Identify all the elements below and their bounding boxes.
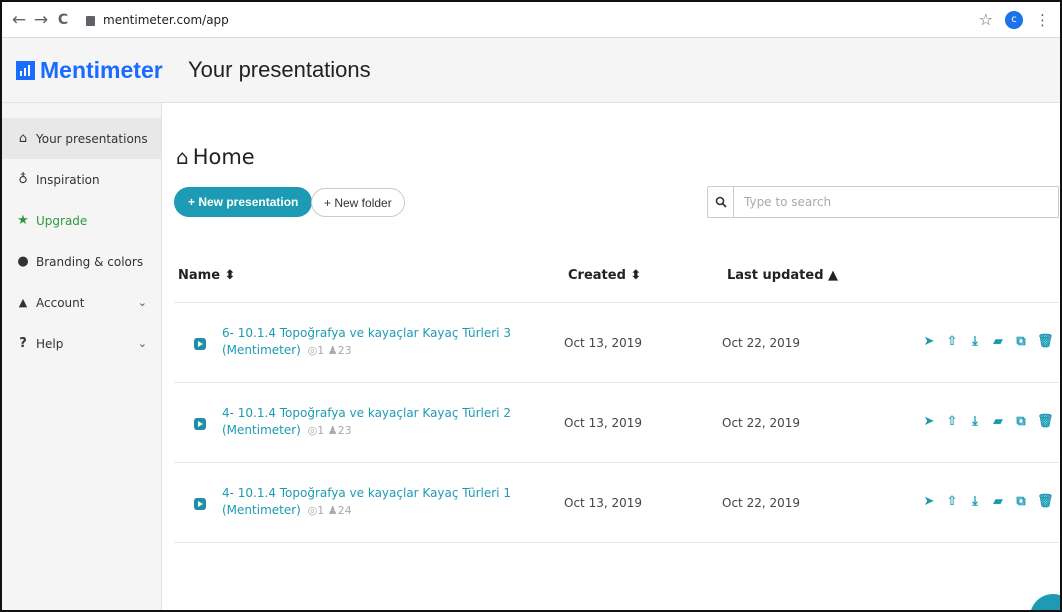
lock-icon: [86, 15, 95, 26]
sidebar-item-your-presentations[interactable]: ⌂ Your presentations: [2, 118, 161, 159]
updated-date: Oct 22, 2019: [722, 416, 800, 430]
column-header-updated[interactable]: Last updated ▲: [727, 268, 838, 283]
main-content: ⌂ Home + New presentation + New folder N…: [162, 103, 1060, 610]
presentation-title[interactable]: 6- 10.1.4 Topoğrafya ve kayaçlar Kayaç T…: [222, 325, 552, 359]
duplicate-icon[interactable]: ⧉: [1014, 414, 1028, 429]
created-date: Oct 13, 2019: [564, 336, 642, 350]
duplicate-icon[interactable]: ⧉: [1014, 494, 1028, 509]
breadcrumb: ⌂ Home: [176, 145, 255, 169]
presentation-meta: ◎1 ♟24: [307, 504, 352, 517]
table-row[interactable]: 4- 10.1.4 Topoğrafya ve kayaçlar Kayaç T…: [174, 463, 1059, 543]
sidebar-item-label: Help: [36, 336, 64, 351]
share-icon[interactable]: ⇧: [945, 334, 959, 349]
present-icon[interactable]: ➤: [922, 494, 936, 509]
share-icon[interactable]: ⇧: [945, 414, 959, 429]
delete-icon[interactable]: 🗑: [1037, 414, 1054, 429]
present-icon[interactable]: ➤: [922, 414, 936, 429]
lightbulb-icon: ♁: [18, 172, 28, 187]
duplicate-icon[interactable]: ⧉: [1014, 334, 1028, 349]
chat-bubble-button[interactable]: [1030, 594, 1060, 610]
presentation-title[interactable]: 4- 10.1.4 Topoğrafya ve kayaçlar Kayaç T…: [222, 485, 552, 519]
sidebar-item-inspiration[interactable]: ♁ Inspiration: [2, 159, 161, 200]
user-icon: ▲: [18, 296, 28, 309]
presentation-title-text[interactable]: 4- 10.1.4 Topoğrafya ve kayaçlar Kayaç T…: [222, 486, 511, 517]
home-icon: ⌂: [176, 145, 189, 169]
table-row[interactable]: 4- 10.1.4 Topoğrafya ve kayaçlar Kayaç T…: [174, 383, 1059, 463]
browser-toolbar: ← → C mentimeter.com/app ☆ c ⋮: [2, 2, 1060, 38]
page-title: Your presentations: [188, 57, 371, 82]
sidebar-item-label: Upgrade: [36, 213, 88, 228]
table-row[interactable]: 6- 10.1.4 Topoğrafya ve kayaçlar Kayaç T…: [174, 303, 1059, 383]
chevron-down-icon[interactable]: ⌄: [138, 296, 147, 309]
presentation-play-icon[interactable]: [194, 418, 206, 430]
bookmark-star-icon[interactable]: ☆: [979, 10, 993, 29]
presentation-play-icon[interactable]: [194, 498, 206, 510]
updated-date: Oct 22, 2019: [722, 496, 800, 510]
breadcrumb-home[interactable]: Home: [193, 145, 255, 169]
download-icon[interactable]: ⤓: [968, 494, 982, 509]
move-folder-icon[interactable]: ▰: [991, 494, 1005, 509]
presentation-title-text[interactable]: 6- 10.1.4 Topoğrafya ve kayaçlar Kayaç T…: [222, 326, 511, 357]
created-date: Oct 13, 2019: [564, 416, 642, 430]
delete-icon[interactable]: 🗑: [1037, 334, 1054, 349]
back-icon[interactable]: ←: [8, 10, 30, 30]
row-actions: ➤ ⇧ ⤓ ▰ ⧉ 🗑: [922, 494, 1054, 509]
presentation-title[interactable]: 4- 10.1.4 Topoğrafya ve kayaçlar Kayaç T…: [222, 405, 552, 439]
chevron-down-icon[interactable]: ⌄: [138, 337, 147, 350]
sidebar-item-help[interactable]: ? Help ⌄: [2, 323, 161, 364]
column-header-name[interactable]: Name ⬍: [178, 268, 235, 283]
logo-text: Mentimeter: [40, 56, 163, 83]
profile-avatar[interactable]: c: [1005, 10, 1023, 29]
column-header-created[interactable]: Created ⬍: [568, 268, 641, 283]
mentimeter-logo[interactable]: Mentimeter: [16, 57, 174, 84]
presentation-meta: ◎1 ♟23: [307, 424, 352, 437]
row-actions: ➤ ⇧ ⤓ ▰ ⧉ 🗑: [922, 414, 1054, 429]
sidebar-item-branding[interactable]: ● Branding & colors: [2, 241, 161, 282]
presentation-meta: ◎1 ♟23: [307, 344, 352, 357]
sidebar-item-upgrade[interactable]: ★ Upgrade: [2, 200, 161, 241]
app-header: Mentimeter Your presentations: [2, 38, 1060, 103]
sidebar-item-label: Branding & colors: [36, 254, 144, 269]
sidebar-item-account[interactable]: ▲ Account ⌄: [2, 282, 161, 323]
share-icon[interactable]: ⇧: [945, 494, 959, 509]
download-icon[interactable]: ⤓: [968, 414, 982, 429]
sidebar-item-label: Account: [36, 295, 85, 310]
move-folder-icon[interactable]: ▰: [991, 334, 1005, 349]
row-actions: ➤ ⇧ ⤓ ▰ ⧉ 🗑: [922, 334, 1054, 349]
new-folder-button[interactable]: + New folder: [311, 188, 405, 217]
question-icon: ?: [19, 336, 27, 351]
download-icon[interactable]: ⤓: [968, 334, 982, 349]
move-folder-icon[interactable]: ▰: [991, 414, 1005, 429]
url-text: mentimeter.com/app: [103, 12, 229, 27]
delete-icon[interactable]: 🗑: [1037, 494, 1054, 509]
search-icon[interactable]: [708, 187, 734, 217]
search-input[interactable]: [734, 187, 1058, 217]
sidebar-item-label: Your presentations: [36, 131, 148, 146]
present-icon[interactable]: ➤: [922, 334, 936, 349]
sidebar-item-label: Inspiration: [36, 172, 100, 187]
table-header: Name ⬍ Created ⬍ Last updated ▲: [174, 258, 1059, 303]
forward-icon[interactable]: →: [30, 10, 52, 30]
star-icon: ★: [17, 213, 29, 228]
reload-icon[interactable]: C: [52, 12, 74, 28]
created-date: Oct 13, 2019: [564, 496, 642, 510]
address-bar[interactable]: mentimeter.com/app: [86, 13, 229, 27]
search-box: [707, 186, 1059, 218]
app-window: ← → C mentimeter.com/app ☆ c ⋮ Mentimete…: [0, 0, 1062, 612]
presentation-title-text[interactable]: 4- 10.1.4 Topoğrafya ve kayaçlar Kayaç T…: [222, 406, 511, 437]
new-presentation-button[interactable]: + New presentation: [174, 187, 313, 217]
logo-bars-icon: [16, 60, 35, 80]
sidebar: ⌂ Your presentations ♁ Inspiration ★ Upg…: [2, 103, 162, 610]
drop-icon: ●: [17, 254, 29, 269]
home-icon: ⌂: [18, 131, 28, 146]
browser-menu-icon[interactable]: ⋮: [1035, 11, 1050, 29]
updated-date: Oct 22, 2019: [722, 336, 800, 350]
presentation-play-icon[interactable]: [194, 338, 206, 350]
